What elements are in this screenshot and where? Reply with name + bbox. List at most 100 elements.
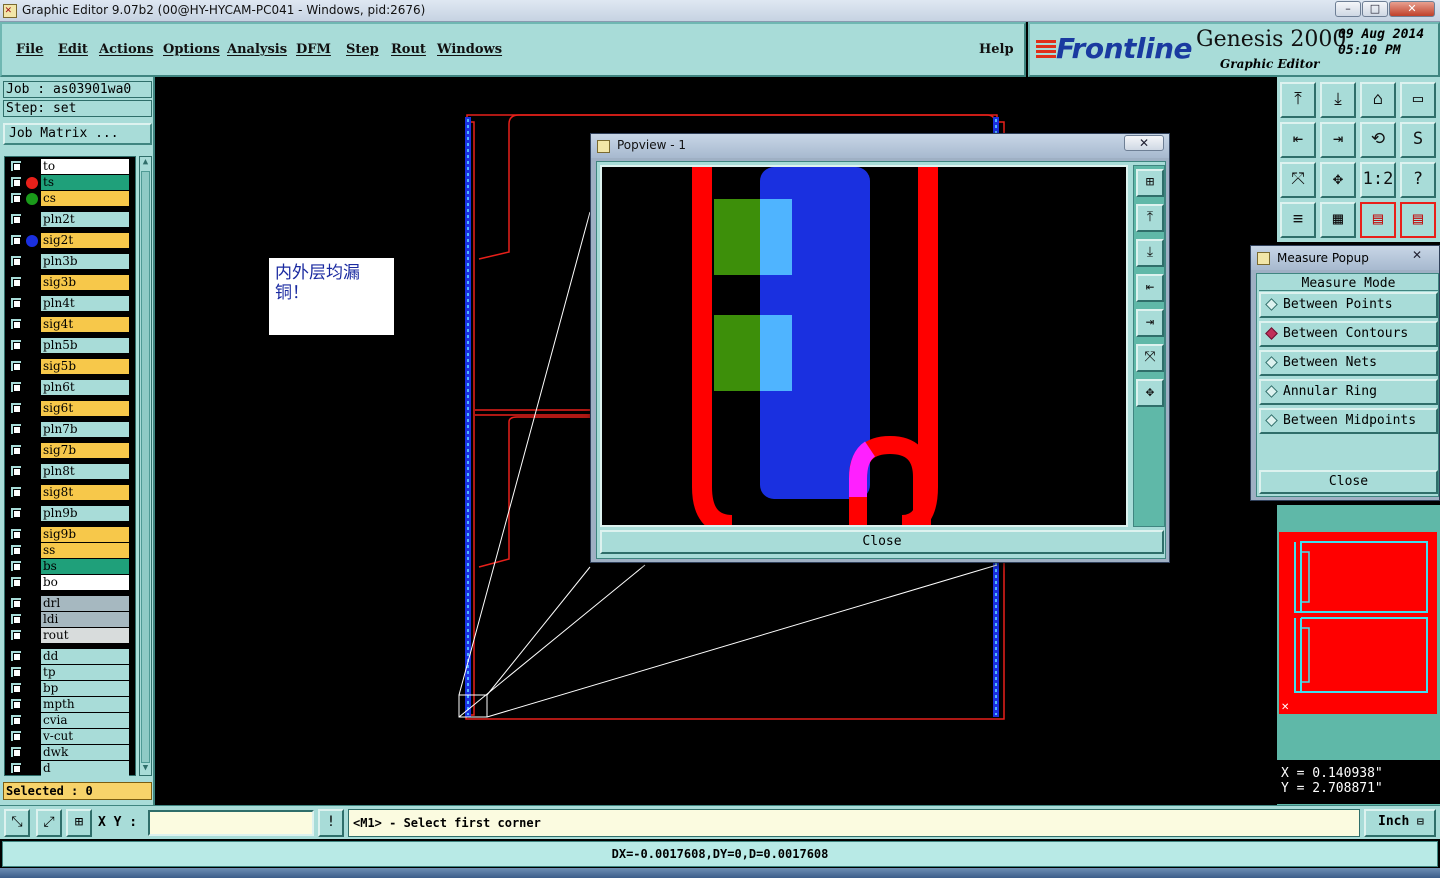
layer-name[interactable]: dwk [41,745,129,760]
pan-right-icon[interactable]: ⇥ [1320,122,1356,158]
layer-name[interactable]: pln6t [41,380,129,395]
layer-checkbox[interactable] [10,746,22,758]
layer-name[interactable]: ldi [41,612,129,627]
layer-row-sig6t[interactable]: sig6t [7,401,129,416]
layer-row-sig3b[interactable]: sig3b [7,275,129,290]
measure-option-between-points[interactable]: Between Points [1259,292,1438,318]
layer-row-pln8t[interactable]: pln8t [7,464,129,479]
xy-input[interactable] [148,810,314,836]
measure-close-icon[interactable]: ✕ [1399,248,1435,264]
layer-checkbox[interactable] [10,544,22,556]
layer-checkbox[interactable] [10,486,22,498]
minimize-button[interactable]: – [1335,1,1361,17]
scroll-thumb[interactable] [141,171,150,763]
layer-checkbox[interactable] [10,176,22,188]
layer-scrollbar[interactable]: ▲ ▼ [139,156,152,776]
layer-row-ts[interactable]: ts [7,175,129,190]
scroll-down-icon[interactable]: ▼ [140,763,151,775]
layer-row-bo[interactable]: bo [7,575,129,590]
layer-checkbox[interactable] [10,650,22,662]
layer-name[interactable]: cvia [41,713,129,728]
layer-checkbox[interactable] [10,192,22,204]
layer-row-bs[interactable]: bs [7,559,129,574]
zoom-out-icon[interactable]: ⤓ [1320,82,1356,118]
window-icon[interactable]: ▭ [1400,82,1436,118]
layer-checkbox[interactable] [10,318,22,330]
layer-row-pln7b[interactable]: pln7b [7,422,129,437]
menu-analysis[interactable]: Analysis [227,42,287,57]
layer-row-pln2t[interactable]: pln2t [7,212,129,227]
layer-name[interactable]: sig8t [41,485,129,500]
layer-row-pln4t[interactable]: pln4t [7,296,129,311]
layer-row-sig7b[interactable]: sig7b [7,443,129,458]
layer-checkbox[interactable] [10,381,22,393]
layer-name[interactable]: pln9b [41,506,129,521]
layer-checkbox[interactable] [10,730,22,742]
layer-name[interactable]: pln8t [41,464,129,479]
layer-row-sig4t[interactable]: sig4t [7,317,129,332]
menu-help[interactable]: Help [979,42,1014,57]
layer-name[interactable]: pln2t [41,212,129,227]
layer-red-icon[interactable]: ▤ [1360,202,1396,238]
alert-button[interactable]: ! [318,809,344,837]
layer-row-sig9b[interactable]: sig9b [7,527,129,542]
layer-checkbox[interactable] [10,613,22,625]
popview-tool-button[interactable]: ⇥ [1136,309,1164,337]
layer-row-sig2t[interactable]: sig2t [7,233,129,248]
layer-checkbox[interactable] [10,682,22,694]
layer-row-pln6t[interactable]: pln6t [7,380,129,395]
menu-step[interactable]: Step [346,42,379,57]
layer-checkbox[interactable] [10,762,22,774]
layer-checkbox[interactable] [10,423,22,435]
layer-name[interactable]: to [41,159,129,174]
layer-row-sig8t[interactable]: sig8t [7,485,129,500]
layer-name[interactable]: rout [41,628,129,643]
layer-checkbox[interactable] [10,629,22,641]
layer-name[interactable]: pln4t [41,296,129,311]
layer-row-dd[interactable]: dd [7,649,129,664]
layer-checkbox[interactable] [10,576,22,588]
list-icon[interactable]: ≡ [1280,202,1316,238]
layer-checkbox[interactable] [10,160,22,172]
maximize-button[interactable]: □ [1362,1,1388,17]
layer-name[interactable]: ts [41,175,129,190]
layer-name[interactable]: pln3b [41,254,129,269]
layer-name[interactable]: sig2t [41,233,129,248]
popview-tool-button[interactable]: ⊞ [1136,169,1164,197]
layer-row-sig5b[interactable]: sig5b [7,359,129,374]
measure-option-annular-ring[interactable]: Annular Ring [1259,379,1438,405]
center-icon[interactable]: ✥ [1320,162,1356,198]
popview-tool-button[interactable]: ⤧ [1136,344,1164,372]
help-icon[interactable]: ? [1400,162,1436,198]
layer-row-to[interactable]: to [7,159,129,174]
layer-row-bp[interactable]: bp [7,681,129,696]
snap-icon[interactable]: ⤡ [4,809,30,837]
popview-zoom-view[interactable] [600,165,1128,527]
scale-icon[interactable]: 1:2 [1360,162,1396,198]
measure-option-between-nets[interactable]: Between Nets [1259,350,1438,376]
popview-tool-button[interactable]: ⇤ [1136,274,1164,302]
layer-row-pln5b[interactable]: pln5b [7,338,129,353]
layer-row-d[interactable]: d [7,761,129,776]
menu-dfm[interactable]: DFM [296,42,331,57]
layer-checkbox[interactable] [10,528,22,540]
layer-name[interactable]: sig4t [41,317,129,332]
layer-name[interactable]: sig9b [41,527,129,542]
layer-row-drl[interactable]: drl [7,596,129,611]
layer-checkbox[interactable] [10,297,22,309]
layer-name[interactable]: cs [41,191,129,206]
popview-tool-button[interactable]: ⤒ [1136,204,1164,232]
layer-name[interactable]: drl [41,596,129,611]
layer-checkbox[interactable] [10,714,22,726]
measure-option-between-contours[interactable]: Between Contours [1259,321,1438,347]
layer-name[interactable]: v-cut [41,729,129,744]
menu-windows[interactable]: Windows [437,42,502,57]
layer-red2-icon[interactable]: ▤ [1400,202,1436,238]
layer-checkbox[interactable] [10,360,22,372]
home-icon[interactable]: ⌂ [1360,82,1396,118]
menu-rout[interactable]: Rout [391,42,426,57]
undo-icon[interactable]: ⟲ [1360,122,1396,158]
layer-name[interactable]: ss [41,543,129,558]
fit-icon[interactable]: ⤧ [1280,162,1316,198]
layer-name[interactable]: tp [41,665,129,680]
